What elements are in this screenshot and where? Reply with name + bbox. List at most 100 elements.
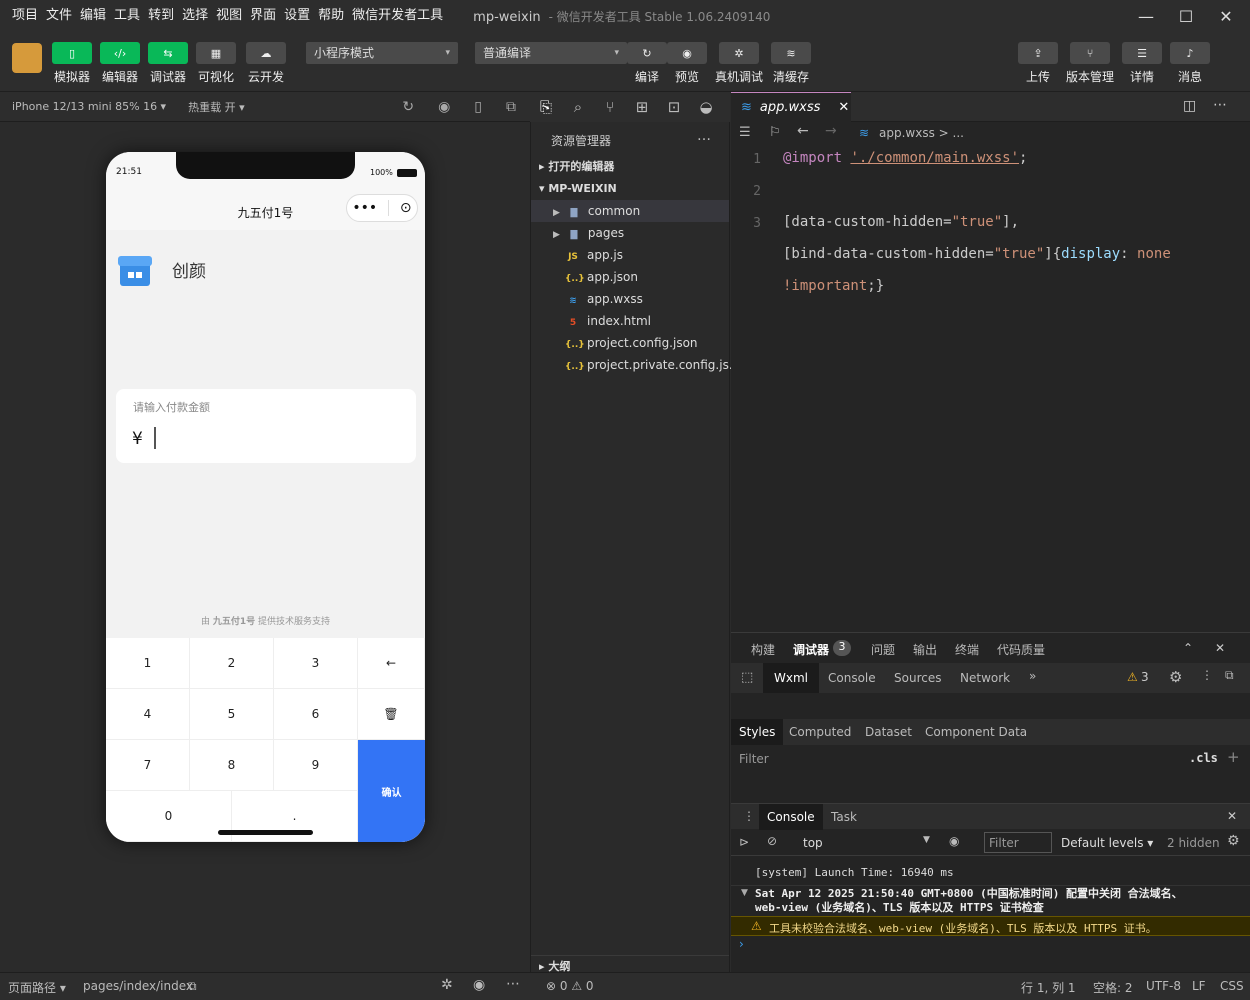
save-icon[interactable]: ⊡	[658, 98, 690, 116]
phone-icon[interactable]: ▯	[474, 99, 482, 115]
devtools-tab-network[interactable]: Network	[949, 663, 1021, 693]
clear-icon[interactable]: ⊘	[767, 834, 777, 848]
exit-icon[interactable]: ⊙	[400, 200, 412, 216]
breadcrumb-path[interactable]: app.wxss > ...	[879, 126, 964, 140]
search-icon[interactable]: ⌕	[562, 98, 594, 116]
maximize-icon[interactable]: ☐	[1172, 2, 1200, 30]
settings-icon[interactable]: ⚙	[1169, 668, 1182, 686]
chevron-right-icon[interactable]: ▶	[553, 230, 560, 240]
devtools-tab-console[interactable]: Console	[817, 663, 887, 693]
close-icon[interactable]: ✕	[1212, 2, 1240, 30]
panel-tab-0[interactable]: 构建	[751, 641, 775, 658]
toolbar-right-0[interactable]: ⇪ 上传	[1014, 42, 1062, 85]
panel-tab-1[interactable]: 调试器	[793, 641, 829, 658]
sidebar-toggle-icon[interactable]: ⊳	[739, 835, 749, 849]
console-prompt-icon[interactable]: ›	[739, 937, 744, 951]
footer-more-icon[interactable]: ⋯	[506, 976, 520, 992]
menu-item-5[interactable]: 选择	[178, 1, 212, 31]
page-path-select[interactable]: 页面路径 ▾	[8, 979, 66, 996]
docker-icon[interactable]: ◒	[690, 98, 722, 116]
menu-item-3[interactable]: 工具	[110, 1, 144, 31]
toolbar-right-icon-1[interactable]: ⑂	[1070, 42, 1110, 64]
device-select[interactable]: iPhone 12/13 mini 85% 16 ▾	[12, 100, 166, 113]
hotreload-toggle[interactable]: 热重载 开 ▾	[188, 99, 245, 115]
file-project-private-config-js---[interactable]: {..} project.private.config.js...	[531, 354, 740, 376]
confirm-button[interactable]: 确认	[358, 740, 425, 842]
code-editor[interactable]: 1 @import './common/main.wxss'; 2 3 [data-cu…	[731, 144, 1250, 632]
code-line-4[interactable]: !important;}	[783, 278, 884, 294]
toolbar-mid-2[interactable]: ✲ 真机调试	[715, 42, 763, 85]
toolbar-right-icon-2[interactable]: ☰	[1122, 42, 1162, 64]
editor-more-icon[interactable]: ⋯	[1213, 97, 1227, 113]
collapse-icon[interactable]: ⌃	[1183, 641, 1193, 655]
cls-toggle[interactable]: .cls	[1189, 751, 1218, 765]
panel-tab-4[interactable]: 终端	[955, 641, 979, 658]
toolbar-0[interactable]: ▯ 模拟器	[48, 42, 96, 85]
eye-icon[interactable]: ◉	[949, 834, 959, 848]
preview-icon[interactable]: ◉	[473, 977, 485, 993]
drawer-tab-0[interactable]: Console	[759, 804, 823, 830]
cursor-position[interactable]: 行 1, 列 1	[1021, 979, 1076, 996]
code-line-2[interactable]: [data-custom-hidden="true"],	[783, 214, 1019, 230]
panel-tab-2[interactable]: 问题	[871, 641, 895, 658]
dock-icon[interactable]: ⧉	[1225, 668, 1234, 683]
open-editors-section[interactable]: ▸ 打开的编辑器	[531, 156, 729, 178]
toolbar-icon-2[interactable]: ⇆	[148, 42, 188, 64]
line-ending[interactable]: LF	[1192, 979, 1206, 993]
key-7[interactable]: 8	[190, 740, 274, 791]
toolbar-mid-1[interactable]: ◉ 预览	[663, 42, 711, 85]
more-actions-icon[interactable]: …	[697, 128, 711, 144]
key-3[interactable]: 4	[106, 689, 190, 740]
styles-tab-1[interactable]: Computed	[781, 719, 859, 745]
toolbar-icon-3[interactable]: ▦	[196, 42, 236, 64]
minimize-icon[interactable]: —	[1132, 2, 1160, 30]
record-icon[interactable]: ◉	[438, 99, 450, 115]
copy-icon[interactable]: ⧉	[188, 979, 197, 994]
expand-icon[interactable]: ▼	[741, 888, 748, 898]
file-index-html[interactable]: 5 index.html	[531, 310, 729, 332]
menu-item-10[interactable]: 微信开发者工具	[348, 1, 447, 31]
key-zero[interactable]: 0	[106, 791, 232, 842]
key-1[interactable]: 2	[190, 638, 274, 689]
tab-app-wxss[interactable]: ≋ app.wxss ✕	[731, 92, 851, 122]
styles-filter[interactable]: Filter	[739, 752, 769, 766]
project-root[interactable]: ▾ MP-WEIXIN	[531, 178, 729, 200]
panel-tab-5[interactable]: 代码质量	[997, 641, 1045, 658]
menu-item-1[interactable]: 文件	[42, 1, 76, 31]
toolbar-mid-icon-1[interactable]: ◉	[667, 42, 707, 64]
levels-select[interactable]: Default levels ▾	[1061, 836, 1153, 850]
devtools-tab-sources[interactable]: Sources	[883, 663, 952, 693]
toolbar-icon-4[interactable]: ☁	[246, 42, 286, 64]
code-line-3[interactable]: [bind-data-custom-hidden="true"]{display…	[783, 246, 1171, 262]
drawer-tab-1[interactable]: Task	[823, 804, 865, 830]
encoding[interactable]: UTF-8	[1146, 979, 1181, 993]
drawer-menu-icon[interactable]: ⋮	[743, 809, 755, 823]
bug-icon[interactable]: ✲	[441, 977, 453, 993]
problem-counter[interactable]: ⊗ 0 ⚠ 0	[546, 979, 594, 993]
close-panel-icon[interactable]: ✕	[1215, 641, 1225, 655]
menu-item-4[interactable]: 转到	[144, 1, 178, 31]
git-icon[interactable]: ⑂	[594, 98, 626, 116]
styles-tab-0[interactable]: Styles	[731, 719, 784, 745]
toolbar-mid-icon-0[interactable]: ↻	[627, 42, 667, 64]
mode-select[interactable]: 小程序模式	[306, 42, 458, 64]
panel-tab-3[interactable]: 输出	[913, 641, 937, 658]
key-6[interactable]: 7	[106, 740, 190, 791]
language-mode[interactable]: CSS	[1220, 979, 1244, 993]
close-drawer-icon[interactable]: ✕	[1227, 809, 1237, 823]
amount-input[interactable]	[154, 427, 156, 449]
toolbar-right-icon-3[interactable]: ♪	[1170, 42, 1210, 64]
menu-item-7[interactable]: 界面	[246, 1, 280, 31]
capsule-menu[interactable]: ••• ⊙	[346, 194, 418, 222]
key-back[interactable]: ←	[358, 638, 425, 689]
rotate-icon[interactable]: ↻	[402, 99, 414, 115]
close-tab-icon[interactable]: ✕	[838, 100, 849, 115]
compile-select[interactable]: 普通编译	[475, 42, 627, 64]
code-line-0[interactable]: @import './common/main.wxss';	[783, 150, 1027, 166]
toolbar-right-icon-0[interactable]: ⇪	[1018, 42, 1058, 64]
file-app-js[interactable]: JS app.js	[531, 244, 729, 266]
devtools-more-icon[interactable]: ⋮	[1201, 668, 1213, 682]
file-common[interactable]: ▶ ▇ common	[531, 200, 729, 222]
key-5[interactable]: 6	[274, 689, 358, 740]
file-pages[interactable]: ▶ ▇ pages	[531, 222, 729, 244]
